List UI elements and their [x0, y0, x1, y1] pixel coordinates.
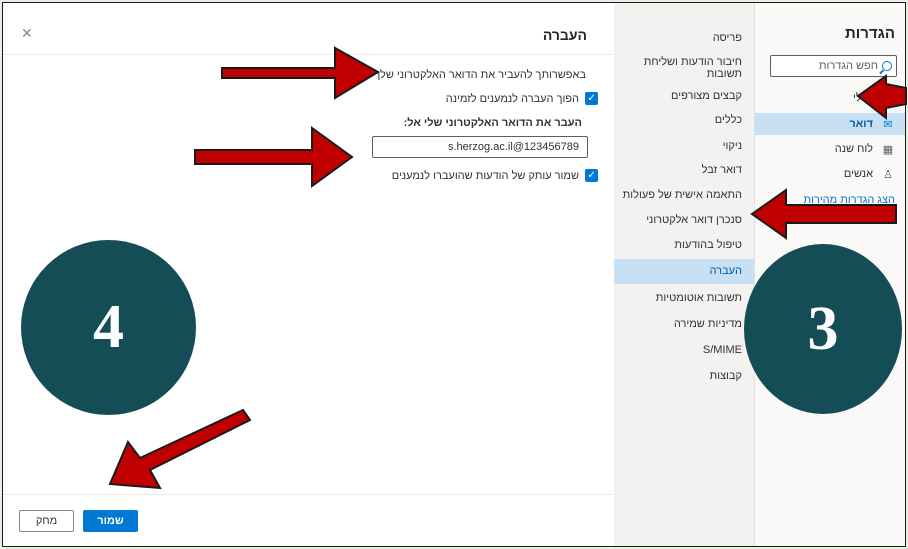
step-3-badge: 3 — [744, 244, 902, 414]
settings-item-label: כללי — [853, 92, 873, 104]
enable-forwarding-checkbox[interactable]: ✓ — [585, 92, 598, 105]
close-icon[interactable]: ✕ — [21, 25, 33, 42]
forward-email-input[interactable] — [372, 136, 588, 158]
forwarding-intro-text: באפשרותך להעביר את הדואר האלקטרוני שלך ל… — [338, 69, 586, 81]
settings-title: הגדרות — [845, 25, 895, 42]
settings-item-people[interactable]: ♙ אנשים — [754, 163, 905, 185]
enable-forwarding-label: הפוך העברה לנמענים לזמינה — [445, 92, 579, 105]
save-button[interactable]: שמור — [83, 510, 138, 532]
category-compose-reply[interactable]: חיבור הודעות ושליחת תשובות — [614, 53, 754, 83]
category-forwarding[interactable]: העברה — [614, 259, 754, 284]
category-groups[interactable]: קבוצות — [614, 367, 754, 389]
keep-copy-label: שמור עותק של הודעות שהועברו לנמענים — [391, 169, 579, 182]
panel-header: העברה ✕ — [3, 3, 615, 55]
category-layout[interactable]: פריסה — [614, 29, 754, 51]
discard-button[interactable]: מחק — [19, 510, 74, 532]
panel-footer: שמור מחק — [3, 494, 615, 546]
category-sync-email[interactable]: סנכרן דואר אלקטרוני — [614, 211, 754, 233]
calendar-icon: ▦ — [882, 143, 894, 156]
category-customize-actions[interactable]: התאמה אישית של פעולות — [614, 186, 754, 208]
category-automatic-replies[interactable]: תשובות אוטומטיות — [614, 289, 754, 311]
mail-icon: ✉ — [883, 118, 893, 131]
gear-icon: ⚙ — [883, 92, 893, 105]
settings-item-general[interactable]: ⚙ כללי — [754, 87, 905, 109]
step-4-badge: 4 — [21, 240, 196, 415]
panel-title: העברה — [542, 27, 587, 43]
settings-item-calendar[interactable]: ▦ לוח שנה — [754, 138, 905, 160]
category-junk-mail[interactable]: דואר זבל — [614, 161, 754, 183]
people-icon: ♙ — [883, 168, 893, 181]
settings-item-label: אנשים — [843, 168, 873, 180]
keep-copy-row[interactable]: ✓ שמור עותק של הודעות שהועברו לנמענים — [392, 169, 598, 182]
enable-forwarding-row[interactable]: ✓ הפוך העברה לנמענים לזמינה — [446, 92, 598, 105]
category-attachments[interactable]: קבצים מצורפים — [614, 87, 754, 109]
category-message-handling[interactable]: טיפול בהודעות — [614, 236, 754, 258]
settings-item-mail[interactable]: ✉ דואר — [754, 113, 905, 135]
forward-to-label: העבר את הדואר האלקטרוני שלי אל: — [403, 117, 582, 129]
keep-copy-checkbox[interactable]: ✓ — [585, 169, 598, 182]
settings-search-input[interactable]: חפש הגדרות — [770, 55, 897, 77]
mail-settings-categories: פריסה חיבור הודעות ושליחת תשובות קבצים מ… — [614, 3, 754, 546]
settings-item-label: דואר — [849, 118, 873, 130]
category-smime[interactable]: S/MIME — [614, 341, 754, 363]
search-icon — [882, 61, 892, 71]
view-quick-settings-link[interactable]: הצג הגדרות מהירות — [803, 194, 895, 206]
category-sweep[interactable]: ניקוי — [614, 137, 754, 159]
category-retention-policies[interactable]: מדיניות שמירה — [614, 315, 754, 337]
settings-item-label: לוח שנה — [834, 143, 873, 155]
category-rules[interactable]: כללים — [614, 111, 754, 133]
settings-search-placeholder: חפש הגדרות — [818, 60, 878, 72]
